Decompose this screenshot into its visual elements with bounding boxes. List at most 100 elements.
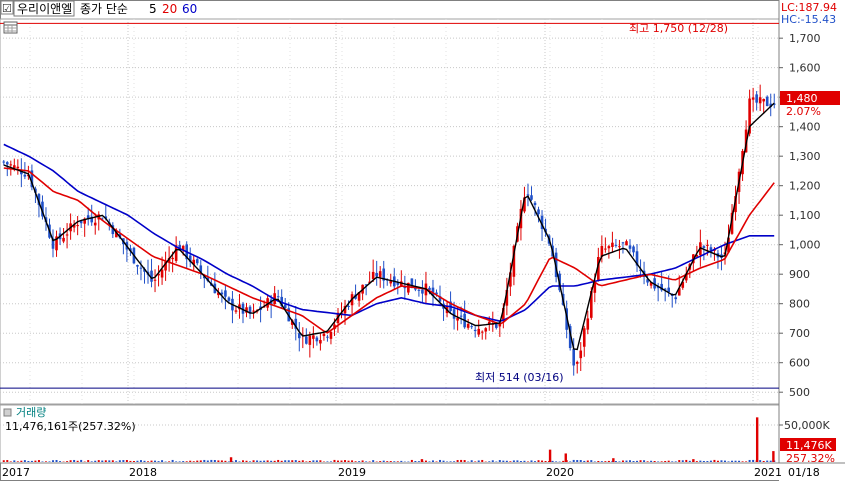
volume-bar	[319, 460, 321, 462]
volume-bar	[383, 461, 385, 462]
candle-body	[622, 242, 625, 243]
candle-body	[495, 324, 498, 328]
volume-bar	[348, 461, 350, 462]
volume-bar	[217, 460, 219, 462]
volume-bar	[710, 461, 712, 462]
volume-bar	[538, 460, 540, 462]
x-label-2019: 2019	[338, 466, 366, 479]
candle-body	[252, 311, 255, 312]
candle-body	[224, 290, 227, 296]
ma-label: 종가 단순	[80, 2, 128, 16]
volume-bar	[13, 460, 15, 462]
volume-bar	[654, 461, 656, 462]
volume-bar	[45, 461, 47, 462]
candle-body	[323, 334, 326, 336]
volume-bar	[728, 461, 730, 462]
volume-panel[interactable]	[0, 405, 779, 463]
volume-spike-bar	[692, 459, 694, 462]
grid-icon[interactable]	[4, 22, 17, 33]
volume-spike-bar	[421, 459, 423, 462]
volume-bar	[24, 460, 26, 462]
volume-bar	[207, 461, 209, 462]
volume-bar	[277, 460, 279, 462]
volume-bar	[77, 461, 79, 462]
volume-bar	[344, 460, 346, 462]
volume-bar	[770, 461, 772, 462]
candle-body	[576, 362, 579, 364]
volume-bar	[210, 460, 212, 462]
x-label-2017: 2017	[2, 466, 30, 479]
volume-bar	[397, 461, 399, 462]
volume-bar	[98, 460, 100, 462]
volume-bar	[235, 460, 237, 462]
volume-bar	[172, 460, 174, 462]
price-tick-label: 1,300	[789, 150, 821, 163]
volume-bar	[668, 461, 670, 462]
volume-bar	[724, 461, 726, 462]
volume-bar	[650, 461, 652, 462]
volume-bar	[263, 461, 265, 462]
volume-bar	[552, 461, 554, 462]
price-panel[interactable]	[0, 19, 779, 462]
volume-bar	[414, 461, 416, 462]
volume-toggle-icon[interactable]	[4, 409, 11, 416]
volume-bar	[238, 461, 240, 462]
x-label-date: 01/18	[788, 466, 820, 479]
volume-bar	[425, 461, 427, 462]
stock-name[interactable]: 우리이앤엘	[17, 2, 72, 16]
volume-bar	[492, 460, 494, 462]
candle-body	[418, 290, 421, 291]
volume-bar	[731, 461, 733, 462]
volume-bar	[516, 460, 518, 462]
volume-bar	[355, 461, 357, 462]
volume-bar	[17, 461, 19, 462]
hc-value: HC:-15.43	[781, 13, 836, 26]
volume-bar	[59, 461, 61, 462]
volume-bar	[108, 460, 110, 462]
volume-bar	[671, 461, 673, 462]
ma-period-60[interactable]: 60	[182, 2, 197, 16]
volume-bar	[379, 461, 381, 462]
ma-period-5[interactable]: 5	[149, 2, 157, 16]
candle-body	[706, 245, 709, 246]
candle-body	[481, 332, 484, 333]
volume-bar	[745, 461, 747, 462]
x-label-2018: 2018	[129, 466, 157, 479]
candle-body	[586, 318, 589, 329]
volume-bar	[400, 461, 402, 462]
volume-bar	[742, 461, 744, 462]
volume-bar	[242, 460, 244, 462]
volume-bar	[569, 461, 571, 462]
volume-bar	[675, 461, 677, 462]
candle-body	[305, 336, 308, 343]
candle-body	[608, 246, 611, 248]
volume-bar	[474, 461, 476, 462]
volume-bar	[678, 460, 680, 462]
volume-bar	[326, 461, 328, 462]
candle-body	[375, 273, 378, 277]
volume-bar	[260, 461, 262, 462]
candle-body	[6, 162, 9, 164]
checkbox-icon[interactable]: ☑	[2, 2, 12, 15]
volume-bar	[70, 460, 72, 462]
candle-body	[277, 296, 280, 297]
volume-bar	[460, 460, 462, 462]
volume-bar	[580, 460, 582, 462]
stock-chart[interactable]: 1,7001,6001,5001,4001,3001,2001,1001,000…	[0, 0, 845, 481]
volume-bar	[583, 461, 585, 462]
volume-bar	[101, 461, 103, 462]
ma-period-20[interactable]: 20	[162, 2, 177, 16]
candle-body	[326, 337, 329, 338]
volume-bar	[738, 461, 740, 462]
volume-bar	[499, 460, 501, 462]
volume-bar	[158, 461, 160, 462]
candle-body	[13, 165, 16, 168]
volume-bar	[312, 460, 314, 462]
volume-bar	[541, 461, 543, 462]
volume-bar	[224, 461, 226, 462]
candle-body	[629, 245, 632, 248]
candle-body	[62, 238, 65, 242]
candle-body	[759, 97, 762, 103]
candle-body	[762, 99, 765, 101]
candle-body	[76, 225, 79, 226]
